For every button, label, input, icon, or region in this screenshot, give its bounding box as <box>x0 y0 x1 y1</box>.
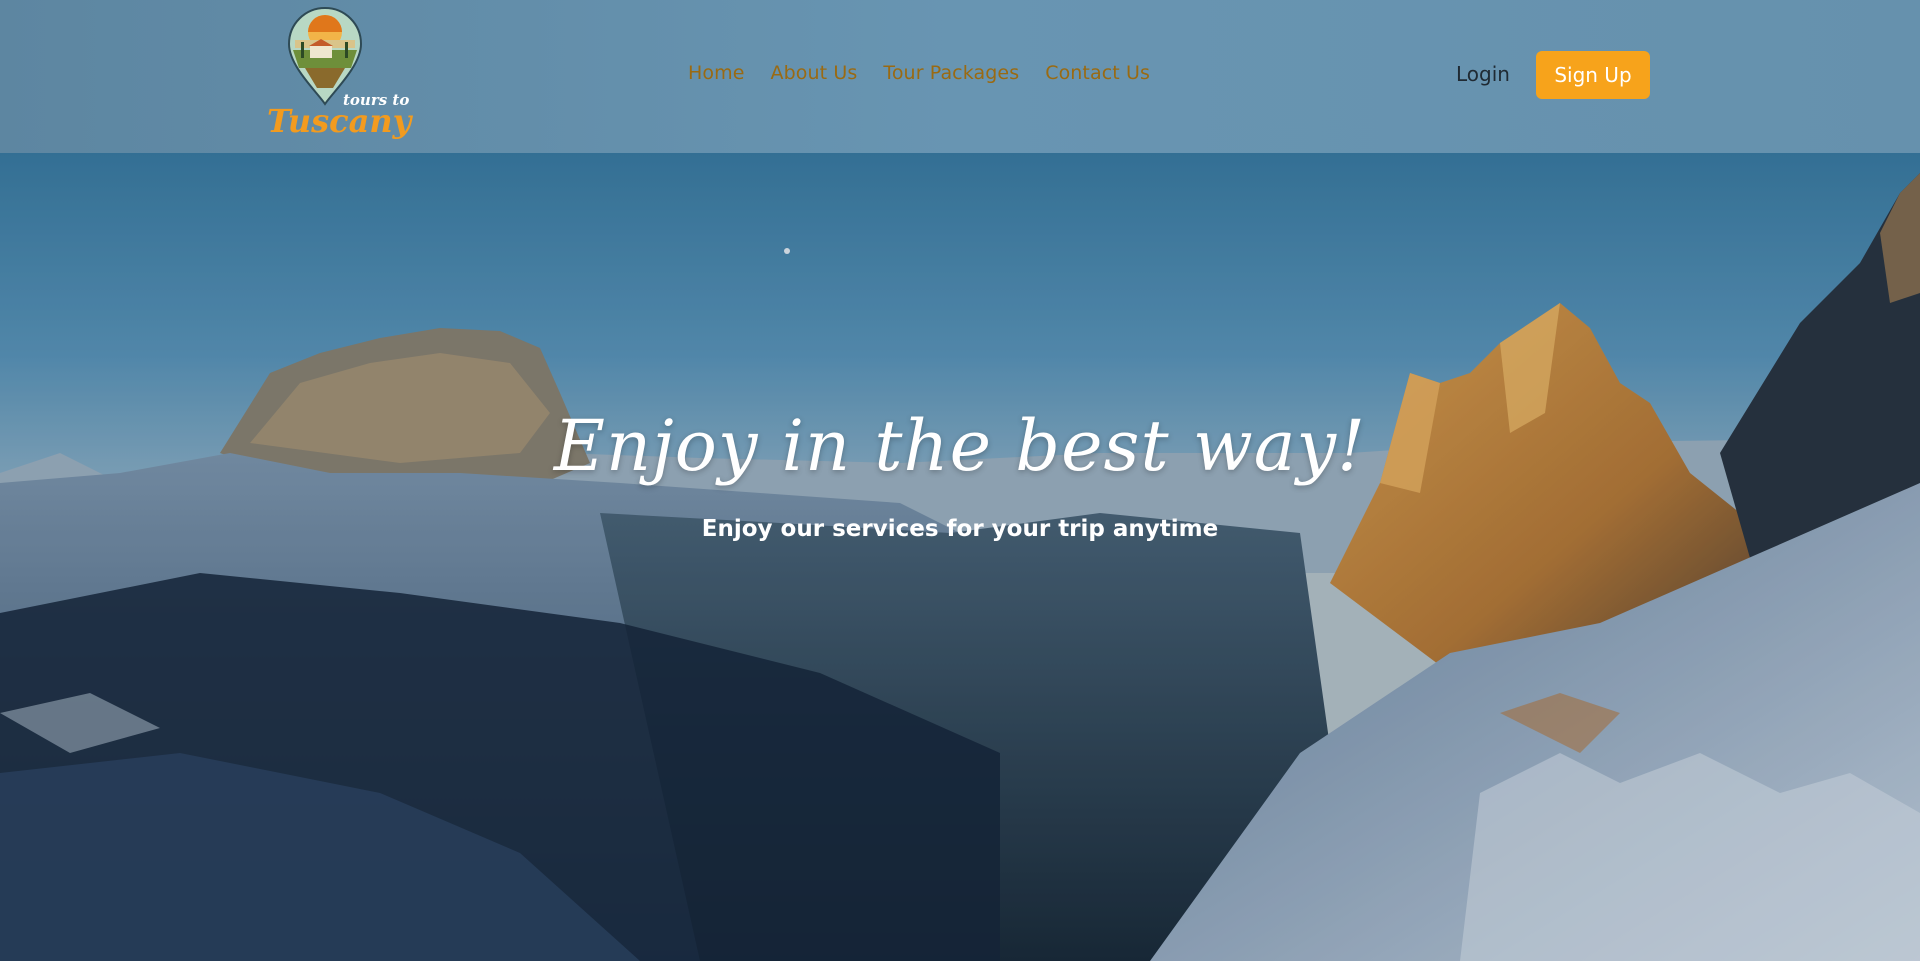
site-logo[interactable]: tours to Tuscany <box>265 6 415 140</box>
map-pin-icon: tours to Tuscany <box>267 6 414 140</box>
svg-text:Tuscany: Tuscany <box>267 102 414 140</box>
nav-contact-us[interactable]: Contact Us <box>1045 62 1150 84</box>
login-link[interactable]: Login <box>1456 62 1510 86</box>
nav-about-us[interactable]: About Us <box>771 62 858 84</box>
hero-title: Enjoy in the best way! <box>553 405 1367 487</box>
hero-subtitle: Enjoy our services for your trip anytime <box>701 516 1219 542</box>
nav-home[interactable]: Home <box>688 62 745 84</box>
mountain-background-image <box>0 153 1920 961</box>
site-header: tours to Tuscany Home About Us Tour Pack… <box>0 0 1920 153</box>
sign-up-button[interactable]: Sign Up <box>1536 51 1650 99</box>
hero-section: Enjoy in the best way! Enjoy our service… <box>0 153 1920 961</box>
main-nav: Home About Us Tour Packages Contact Us <box>688 62 1150 84</box>
nav-tour-packages[interactable]: Tour Packages <box>883 62 1019 84</box>
